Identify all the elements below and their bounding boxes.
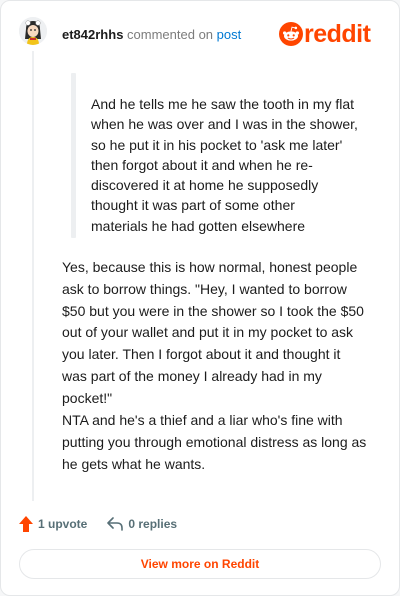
comment-paragraph-1: Yes, because this is how normal, honest … [62,259,364,406]
username[interactable]: et842rhhs [62,27,123,42]
upvote-arrow-icon [19,516,33,532]
reddit-wordmark: reddit [304,20,371,48]
blockquote-bar [71,73,76,238]
comment-header: et842rhhs commented on post [62,27,241,43]
upvote-count: 1 upvote [38,517,88,531]
user-avatar[interactable] [19,17,47,45]
comment-actions: 1 upvote 0 replies [19,514,197,534]
comment-paragraph-2: NTA and he's a thief and a liar who's fi… [62,412,367,472]
upvote-button[interactable]: 1 upvote [19,516,87,532]
replies-button[interactable]: 0 replies [107,517,177,531]
commented-on-label: commented on [127,27,214,42]
reddit-snoo-icon [279,22,303,46]
view-more-button[interactable]: View more on Reddit [19,549,381,579]
blockquote-text: And he tells me he saw the tooth in my f… [91,96,358,234]
reddit-logo[interactable]: reddit [279,20,385,48]
reply-count: 0 replies [128,517,178,531]
reply-arrow-icon [107,517,124,531]
avatar-icon [19,17,47,45]
post-link[interactable]: post [217,27,242,42]
thread-line [32,51,34,501]
comment-card: et842rhhs commented on post reddit And h… [0,0,400,596]
